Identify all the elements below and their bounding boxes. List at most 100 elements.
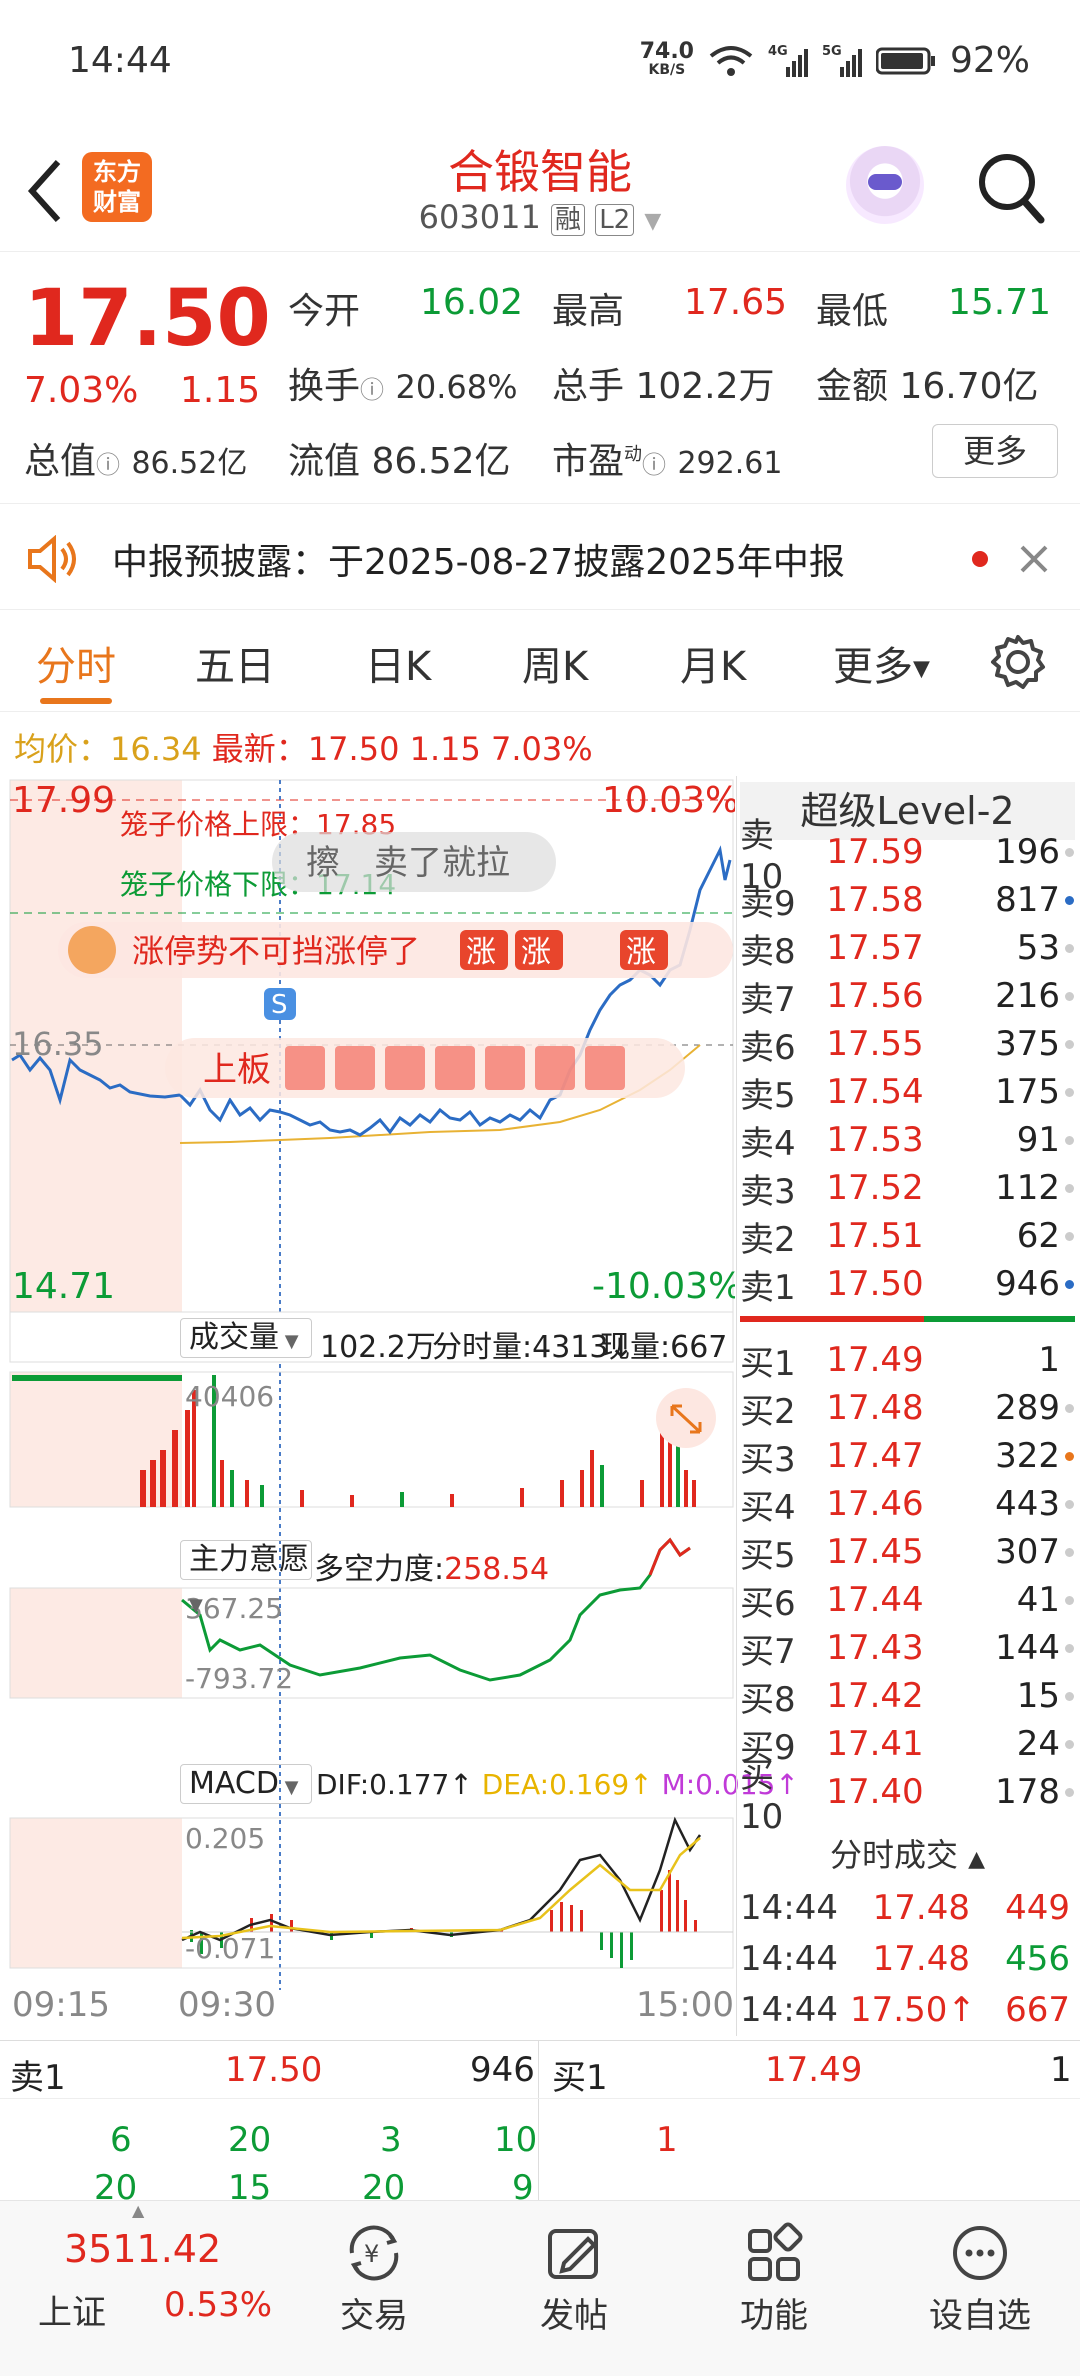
close-icon[interactable]	[1018, 543, 1050, 575]
ask-level-row[interactable]: 卖4 17.53 91	[740, 1116, 1075, 1164]
bid-level-row[interactable]: 买10 17.40 178	[740, 1756, 1075, 1837]
level-dot	[1065, 991, 1074, 1001]
ask-level-row[interactable]: 卖2 17.51 62	[740, 1212, 1075, 1260]
notice-bar[interactable]: 中报预披露：于2025-08-27披露2025年中报	[0, 505, 1080, 610]
more-button[interactable]: 更多	[932, 424, 1058, 478]
bid-price: 17.42	[826, 1676, 924, 1716]
bid-level-label: 买8	[740, 1679, 796, 1720]
bullet-comment: 擦 卖了就拉	[306, 843, 510, 883]
bid-volume: 24	[1016, 1724, 1060, 1764]
level-dot	[1065, 847, 1074, 857]
grid-icon	[748, 2222, 803, 2281]
trade-price: 17.48	[872, 1939, 970, 1979]
auction-shade	[10, 1588, 182, 1698]
high-value: 17.65	[684, 282, 788, 323]
tab-weekly-k[interactable]: 周K	[522, 634, 588, 692]
bid-level-row[interactable]: 买1 17.49 1	[740, 1336, 1075, 1384]
ask-price: 17.57	[826, 928, 924, 968]
trade-time: 14:44	[740, 1888, 838, 1928]
ask-level-label: 卖7	[740, 979, 796, 1020]
bid-level-row[interactable]: 买6 17.44 41	[740, 1576, 1075, 1624]
search-icon[interactable]	[975, 150, 1047, 228]
mainforce-min-label: -793.72	[185, 1662, 293, 1695]
nav-post[interactable]: 发帖	[474, 2201, 674, 2377]
volume-max-label: 40406	[185, 1380, 274, 1413]
bid-level-row[interactable]: 买5 17.45 307	[740, 1528, 1075, 1576]
gear-icon[interactable]	[990, 634, 1046, 690]
macd-indicator-select[interactable]: MACD ▼	[180, 1764, 312, 1804]
volume-indicator-select[interactable]: 成交量 ▼	[180, 1318, 312, 1358]
bottom-nav: 3511.42 ▲ 上证 0.53% ¥ 交易 发帖 功能 设自选	[0, 2200, 1080, 2376]
bid-level-row[interactable]: 买8 17.42 15	[740, 1672, 1075, 1720]
bid-level-label: 买2	[740, 1391, 796, 1432]
signal-5g-icon: 5G	[822, 44, 862, 77]
status-bar: 14:44 74.0 KB/S 4G 5G 92%	[0, 0, 1080, 130]
ask-level-row[interactable]: 卖3 17.52 112	[740, 1164, 1075, 1212]
chevron-up-icon: ▲	[968, 1847, 986, 1872]
intraday-chart[interactable]: 17.99 14.71 10.03% -10.03% 16.35 笼子价格上限：…	[0, 770, 735, 2040]
ask-level-row[interactable]: 卖6 17.55 375	[740, 1020, 1075, 1068]
ask-price: 17.58	[826, 880, 924, 920]
svg-text:4G: 4G	[768, 44, 788, 59]
ask-level-row[interactable]: 卖8 17.57 53	[740, 924, 1075, 972]
level-dot	[1065, 1039, 1074, 1049]
trades-title[interactable]: 分时成交 ▲	[740, 1830, 1075, 1876]
stock-header: 东方 财富 合锻智能 603011 融 L2 ▼	[0, 130, 1080, 252]
long-short-power: 多空力度:258.54	[314, 1552, 550, 1587]
chevron-up-icon: ▲	[132, 2201, 145, 2220]
robot-assistant-icon[interactable]	[846, 146, 924, 224]
level-dot	[1065, 1403, 1074, 1413]
mainforce-curve-positive	[648, 1537, 691, 1576]
ask-level-row[interactable]: 卖10 17.59 196	[740, 816, 1075, 897]
tab-more[interactable]: 更多▼	[833, 634, 930, 692]
change-amount: 1.15	[180, 370, 261, 411]
limit-up-banner-text: 涨停势不可挡涨停了	[132, 932, 420, 970]
ask-level-row[interactable]: 卖1 17.50 946	[740, 1260, 1075, 1308]
battery-icon	[875, 47, 935, 74]
trade-price: 17.50↑	[850, 1990, 976, 2030]
tab-monthly-k[interactable]: 月K	[680, 634, 746, 692]
bid-level-row[interactable]: 买2 17.48 289	[740, 1384, 1075, 1432]
ask-level-label: 卖2	[740, 1219, 796, 1260]
nav-trade[interactable]: ¥ 交易	[274, 2201, 474, 2377]
bid-level-label: 买5	[740, 1535, 796, 1576]
tab-five-day[interactable]: 五日	[195, 634, 275, 692]
ask-level-label: 卖3	[740, 1171, 796, 1212]
macd-values: DIF:0.177↑ DEA:0.169↑ M:0.015↑	[316, 1768, 799, 1801]
amount: 金额 16.70亿	[816, 366, 1039, 407]
level-dot	[1065, 1183, 1074, 1193]
market-cap: 总值ⓘ 86.52亿	[24, 441, 248, 482]
trade-price: 17.48	[872, 1888, 970, 1928]
nav-functions[interactable]: 功能	[674, 2201, 874, 2377]
trade-icon: ¥	[349, 2225, 399, 2281]
macd-min-label: -0.071	[185, 1932, 275, 1965]
index-ticker[interactable]: 3511.42 ▲ 上证 0.53%	[0, 2201, 290, 2377]
ask-level-row[interactable]: 卖9 17.58 817	[740, 876, 1075, 924]
bid-level-row[interactable]: 买7 17.43 144	[740, 1624, 1075, 1672]
bid-level-row[interactable]: 买3 17.47 322	[740, 1432, 1075, 1480]
ask-level-row[interactable]: 卖5 17.54 175	[740, 1068, 1075, 1116]
level-dot	[1065, 943, 1074, 953]
queue-order: 6	[110, 2120, 132, 2160]
bid-volume: 322	[995, 1436, 1060, 1476]
bid-level-label: 买6	[740, 1583, 796, 1624]
trade-time: 14:44	[740, 1939, 838, 1979]
open-value: 16.02	[420, 282, 524, 323]
trade-row: 14:44 17.48 456	[740, 1935, 1075, 1983]
tab-intraday[interactable]: 分时	[36, 634, 116, 692]
ask-level-label: 卖8	[740, 931, 796, 972]
ask-volume: 196	[995, 832, 1060, 872]
bid-volume: 41	[1016, 1580, 1060, 1620]
open-label: 今开	[288, 291, 361, 332]
turnover: 换手ⓘ 20.68%	[288, 366, 518, 407]
nav-add-watchlist[interactable]: 设自选	[880, 2201, 1080, 2377]
mainforce-indicator-select[interactable]: 主力意愿 ▼	[180, 1540, 312, 1616]
level-dot	[1065, 1691, 1074, 1701]
low-value: 15.71	[948, 282, 1052, 323]
ask-volume: 216	[995, 976, 1060, 1016]
tab-daily-k[interactable]: 日K	[365, 634, 431, 692]
bid-level-row[interactable]: 买4 17.46 443	[740, 1480, 1075, 1528]
ask-volume: 62	[1016, 1216, 1060, 1256]
ask-level-row[interactable]: 卖7 17.56 216	[740, 972, 1075, 1020]
bid-price: 17.43	[826, 1628, 924, 1668]
